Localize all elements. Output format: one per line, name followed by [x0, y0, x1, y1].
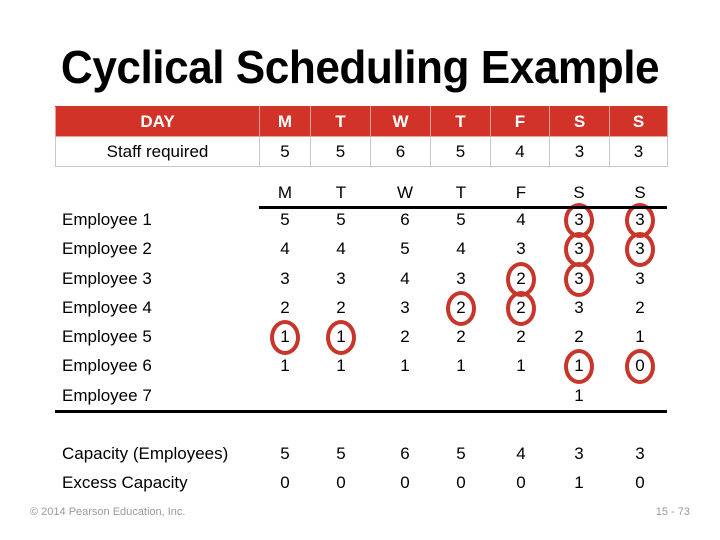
day-off-circle-marker [506, 291, 536, 326]
day-off-circle-marker [270, 320, 300, 355]
staff-value: 3 [549, 136, 610, 167]
day-header-label: DAY [55, 106, 260, 137]
summary-value: 0 [456, 473, 466, 492]
employee-day-value: 3 [280, 269, 290, 288]
staff-value: 5 [430, 136, 491, 167]
day-off-circle-marker [326, 320, 356, 355]
employee-label: Employee 7 [62, 386, 152, 405]
employee-day-value: 2 [516, 327, 526, 346]
summary-value: 4 [516, 444, 526, 463]
employee-day-value: 4 [400, 269, 410, 288]
day-off-circle-marker [625, 349, 655, 384]
employee-day-value: 2 [574, 327, 584, 346]
staff-value: 5 [310, 136, 371, 167]
employee-day-value: 2 [280, 298, 290, 317]
day-off-circle-marker [564, 262, 594, 297]
staff-value: 3 [609, 136, 668, 167]
employee-label: Employee 2 [62, 239, 152, 258]
employee-day-value: 1 [336, 356, 346, 375]
employee-label: Employee 1 [62, 210, 152, 229]
employee-label: Employee 5 [62, 327, 152, 346]
staff-value: 6 [370, 136, 431, 167]
staff-value: 5 [259, 136, 311, 167]
summary-value: 0 [516, 473, 526, 492]
day-column-header: S [573, 183, 585, 202]
summary-value: 5 [456, 444, 466, 463]
day-column-header: S [634, 183, 646, 202]
employee-day-value: 2 [400, 327, 410, 346]
summary-value: 5 [336, 444, 346, 463]
day-off-circle-marker [446, 291, 476, 326]
page-number: 15 - 73 [655, 506, 690, 518]
employee-day-value: 3 [516, 239, 526, 258]
employee-day-value: 6 [400, 210, 410, 229]
day-column-header: T [455, 183, 467, 202]
staff-requirements-table: DAY M T W T F S S Staff required 5 5 6 5… [55, 106, 668, 167]
employee-day-value: 1 [280, 356, 290, 375]
total-divider-line [55, 410, 667, 413]
employee-day-value: 5 [456, 210, 466, 229]
day-header: T [430, 106, 491, 137]
employee-day-value: 5 [336, 210, 346, 229]
day-column-header: M [277, 183, 293, 202]
employee-label: Employee 3 [62, 269, 152, 288]
header-divider-line [259, 206, 667, 209]
summary-value: 5 [280, 444, 290, 463]
summary-label: Capacity (Employees) [62, 444, 229, 463]
employee-day-value: 2 [336, 298, 346, 317]
day-column-header: W [396, 183, 414, 202]
employee-day-value: 1 [574, 386, 584, 405]
summary-value: 0 [635, 473, 645, 492]
day-column-header: T [335, 183, 347, 202]
employee-day-value: 5 [280, 210, 290, 229]
day-off-circle-marker [564, 349, 594, 384]
summary-value: 1 [574, 473, 584, 492]
day-header: W [370, 106, 431, 137]
employee-day-value: 2 [635, 298, 645, 317]
employee-day-value: 1 [635, 327, 645, 346]
day-header: S [549, 106, 610, 137]
day-header: F [490, 106, 550, 137]
employee-day-value: 3 [574, 298, 584, 317]
employee-label: Employee 4 [62, 298, 152, 317]
employee-day-value: 4 [516, 210, 526, 229]
employee-day-value: 2 [456, 327, 466, 346]
employee-day-value: 1 [400, 356, 410, 375]
employee-day-value: 3 [635, 269, 645, 288]
employee-day-value: 4 [336, 239, 346, 258]
employee-day-value: 4 [456, 239, 466, 258]
summary-value: 6 [400, 444, 410, 463]
summary-value: 3 [574, 444, 584, 463]
employee-day-value: 3 [400, 298, 410, 317]
employee-day-value: 1 [516, 356, 526, 375]
slide-title: Cyclical Scheduling Example [60, 41, 660, 93]
table-row: Staff required 5 5 6 5 4 3 3 [55, 136, 668, 167]
day-off-circle-marker [625, 232, 655, 267]
summary-label: Excess Capacity [62, 473, 188, 492]
row-label: Staff required [55, 136, 260, 167]
summary-value: 3 [635, 444, 645, 463]
day-header: T [310, 106, 371, 137]
day-column-header: F [515, 183, 527, 202]
summary-value: 0 [400, 473, 410, 492]
employee-day-value: 3 [456, 269, 466, 288]
table-header-row: DAY M T W T F S S [55, 106, 668, 137]
day-header: S [609, 106, 668, 137]
day-header: M [259, 106, 311, 137]
employee-label: Employee 6 [62, 356, 152, 375]
employee-day-value: 4 [280, 239, 290, 258]
summary-value: 0 [280, 473, 290, 492]
employee-day-value: 1 [456, 356, 466, 375]
copyright-text: © 2014 Pearson Education, Inc. [30, 506, 186, 518]
staff-value: 4 [490, 136, 550, 167]
employee-day-value: 5 [400, 239, 410, 258]
employee-day-value: 3 [336, 269, 346, 288]
summary-value: 0 [336, 473, 346, 492]
